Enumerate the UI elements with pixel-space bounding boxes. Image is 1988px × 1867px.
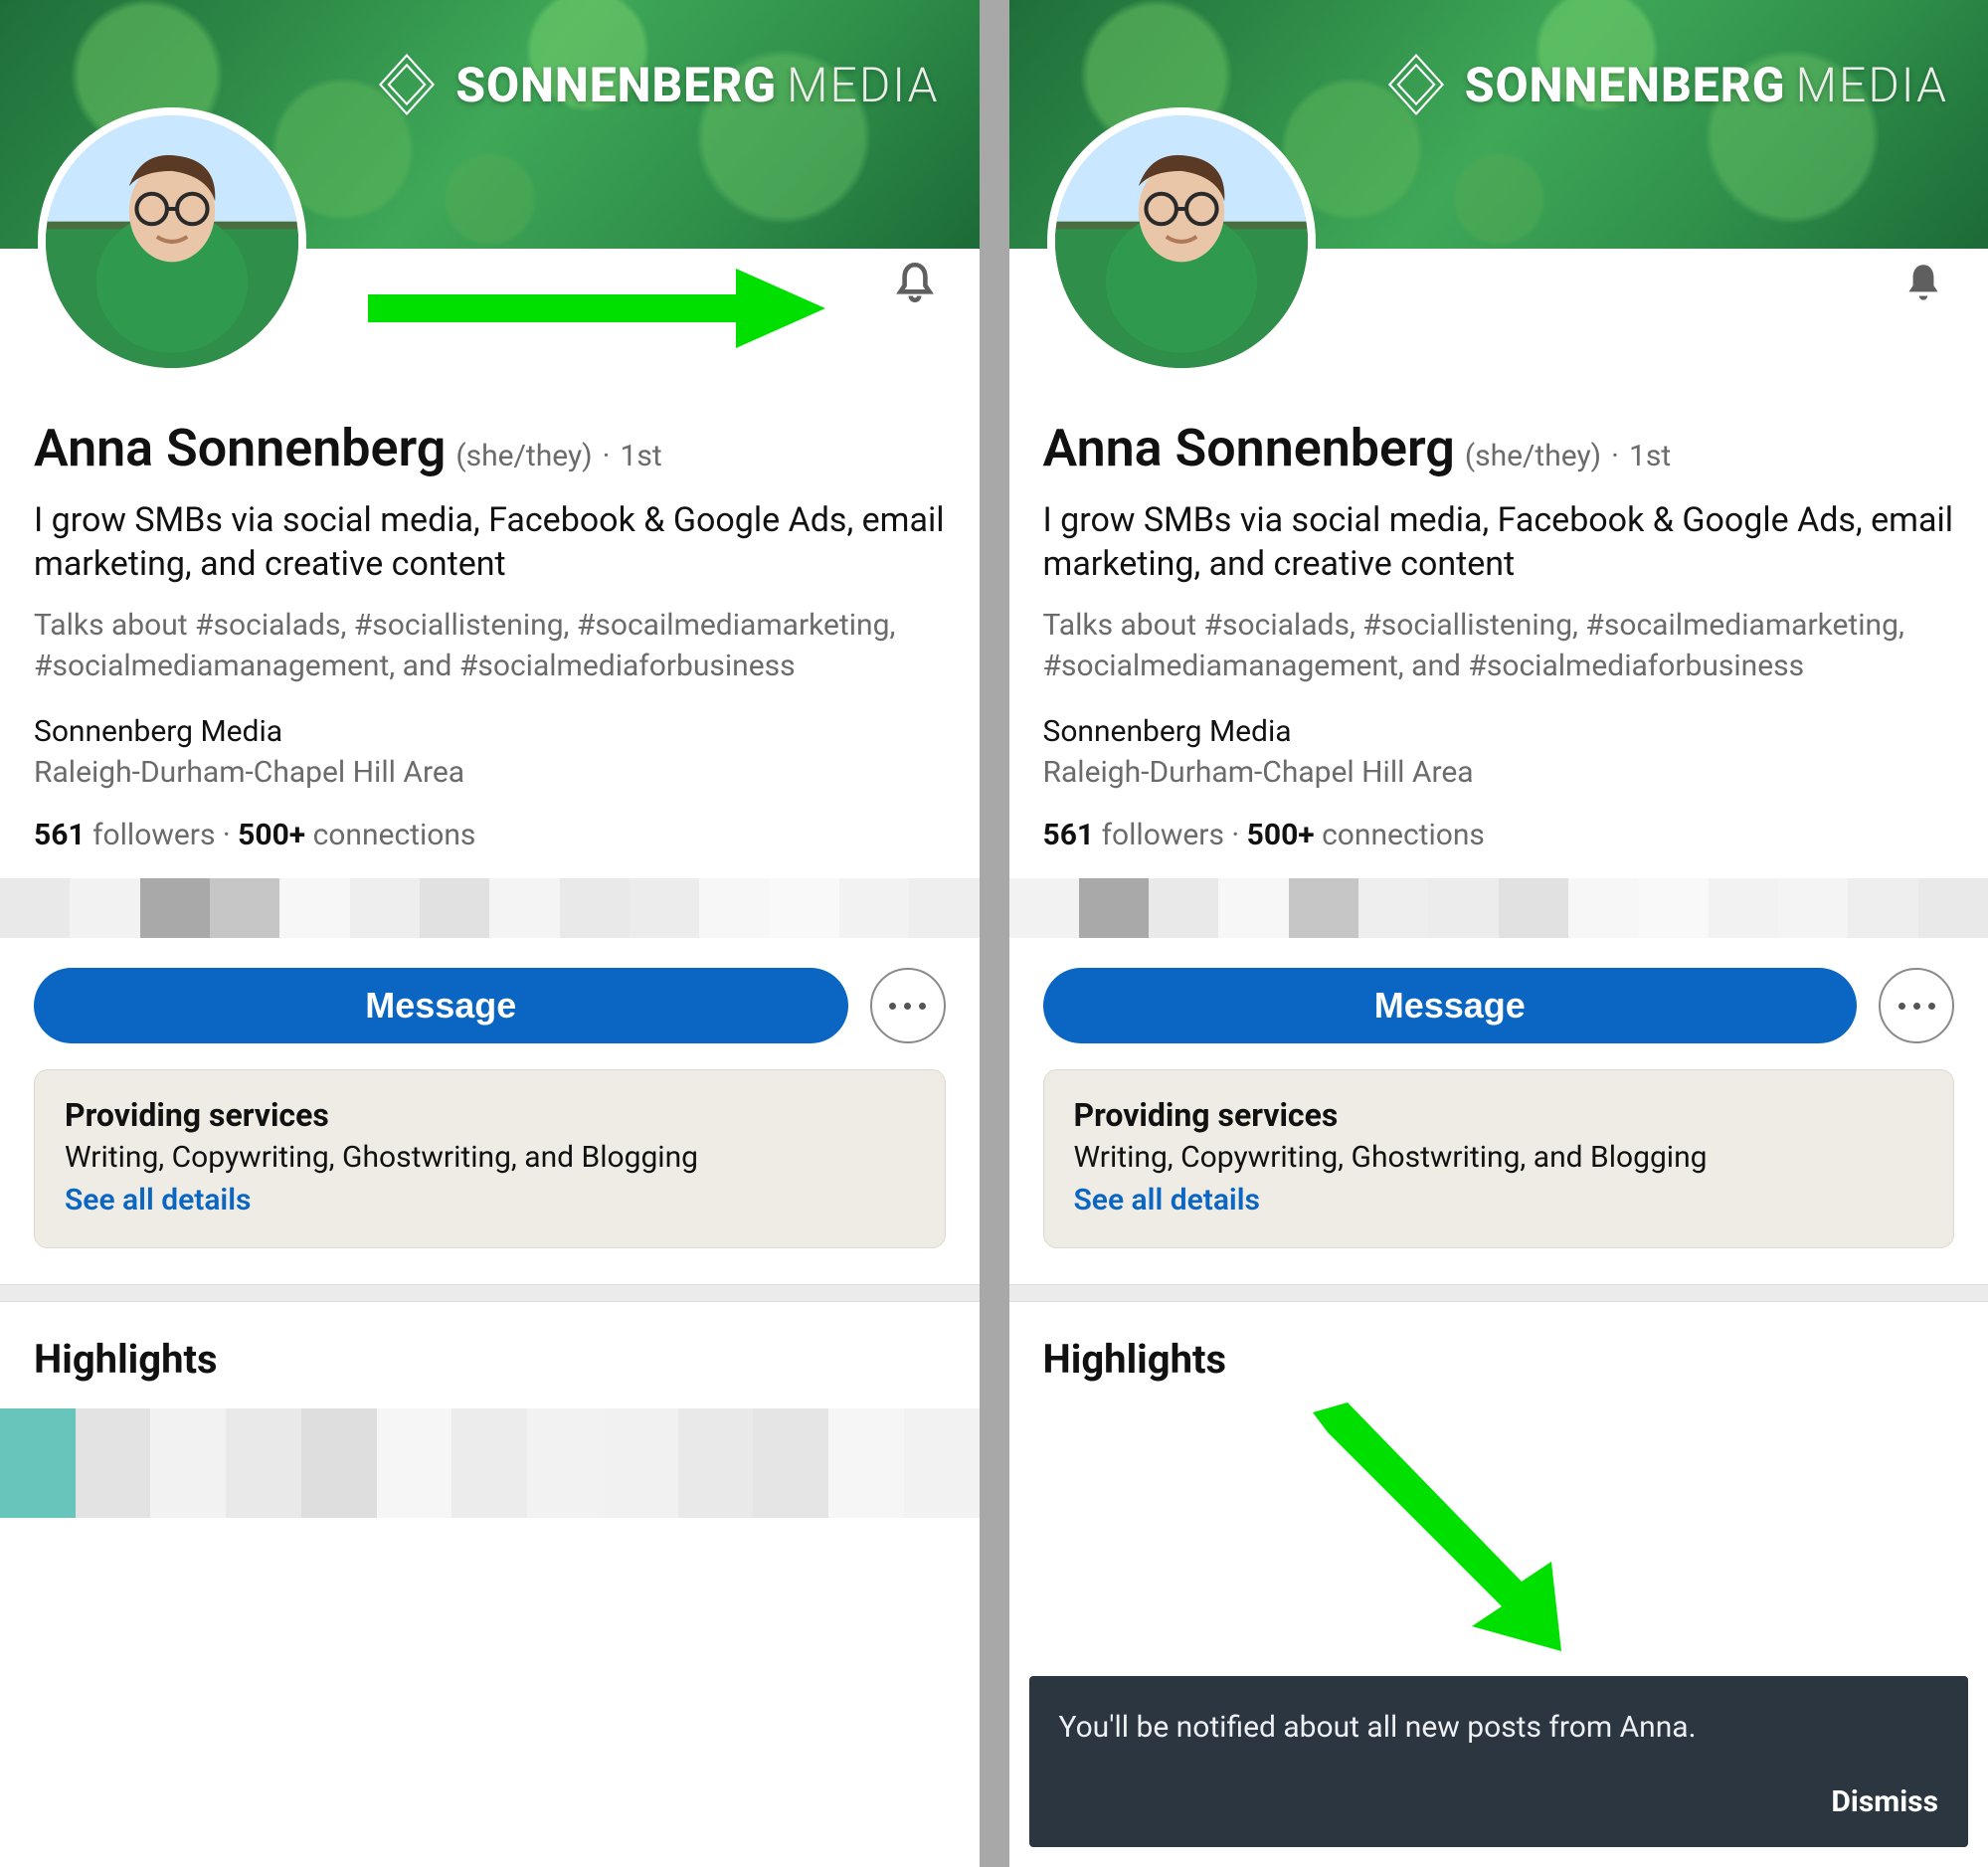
brand-name-light: MEDIA <box>787 57 940 113</box>
avatar[interactable] <box>1047 107 1316 376</box>
section-divider <box>1009 1284 1988 1302</box>
bell-icon[interactable] <box>890 259 940 308</box>
redacted-strip <box>0 878 980 938</box>
notification-toast: You'll be notified about all new posts f… <box>1029 1676 1969 1847</box>
profile-headline: I grow SMBs via social media, Facebook &… <box>1043 498 1955 586</box>
services-list: Writing, Copywriting, Ghostwriting, and … <box>1074 1140 1924 1175</box>
more-button[interactable] <box>1879 968 1954 1043</box>
redacted-strip <box>1009 878 1988 938</box>
annotation-arrow-icon <box>368 269 825 348</box>
profile-stats: 561 followers · 500+ connections <box>34 818 946 852</box>
profile-name: Anna Sonnenberg <box>34 418 446 478</box>
toast-message: You'll be notified about all new posts f… <box>1059 1710 1939 1745</box>
brand-logo-block: SONNENBERG MEDIA <box>372 50 939 119</box>
profile-name: Anna Sonnenberg <box>1043 418 1455 478</box>
more-button[interactable] <box>870 968 946 1043</box>
connection-degree: 1st <box>620 439 661 473</box>
connections-count[interactable]: 500+ <box>1247 818 1315 852</box>
followers-count[interactable]: 561 <box>34 818 86 852</box>
profile-pronouns: (she/they) <box>1465 439 1601 473</box>
message-button[interactable]: Message <box>34 968 848 1043</box>
services-heading: Providing services <box>1074 1096 1924 1134</box>
bell-icon[interactable] <box>1898 259 1948 308</box>
brand-name-strong: SONNENBERG <box>455 57 777 113</box>
profile-info: Anna Sonnenberg (she/they) · 1st I grow … <box>1009 318 1988 852</box>
connection-degree: 1st <box>1629 439 1671 473</box>
brand-logo-block: SONNENBERG MEDIA <box>1381 50 1948 119</box>
section-divider <box>0 1284 980 1302</box>
redacted-highlights <box>0 1408 980 1518</box>
profile-location: Raleigh-Durham-Chapel Hill Area <box>1043 755 1955 790</box>
profile-talks-about: Talks about #socialads, #sociallistening… <box>34 606 946 686</box>
profile-headline: I grow SMBs via social media, Facebook &… <box>34 498 946 586</box>
services-link[interactable]: See all details <box>65 1183 251 1217</box>
brand-logo-icon <box>372 50 442 119</box>
profile-info: Anna Sonnenberg (she/they) · 1st I grow … <box>0 318 980 852</box>
profile-stats: 561 followers · 500+ connections <box>1043 818 1955 852</box>
separator-dot: · <box>1611 439 1619 473</box>
message-button[interactable]: Message <box>1043 968 1858 1043</box>
profile-company: Sonnenberg Media <box>1043 714 1955 749</box>
profile-pronouns: (she/they) <box>455 439 592 473</box>
brand-name-strong: SONNENBERG <box>1465 57 1786 113</box>
services-card[interactable]: Providing services Writing, Copywriting,… <box>34 1069 946 1248</box>
profile-talks-about: Talks about #socialads, #sociallistening… <box>1043 606 1955 686</box>
separator-dot: · <box>603 439 611 473</box>
services-card[interactable]: Providing services Writing, Copywriting,… <box>1043 1069 1955 1248</box>
dismiss-button[interactable]: Dismiss <box>1059 1784 1939 1819</box>
brand-logo-icon <box>1381 50 1451 119</box>
followers-count[interactable]: 561 <box>1043 818 1095 852</box>
avatar[interactable] <box>38 107 306 376</box>
highlights-heading: Highlights <box>34 1336 946 1383</box>
services-link[interactable]: See all details <box>1074 1183 1260 1217</box>
highlights-heading: Highlights <box>1043 1336 1955 1383</box>
annotation-arrow-icon <box>1293 1402 1581 1651</box>
profile-location: Raleigh-Durham-Chapel Hill Area <box>34 755 946 790</box>
brand-name-light: MEDIA <box>1795 57 1948 113</box>
services-heading: Providing services <box>65 1096 915 1134</box>
connections-count[interactable]: 500+ <box>238 818 305 852</box>
profile-company: Sonnenberg Media <box>34 714 946 749</box>
services-list: Writing, Copywriting, Ghostwriting, and … <box>65 1140 915 1175</box>
